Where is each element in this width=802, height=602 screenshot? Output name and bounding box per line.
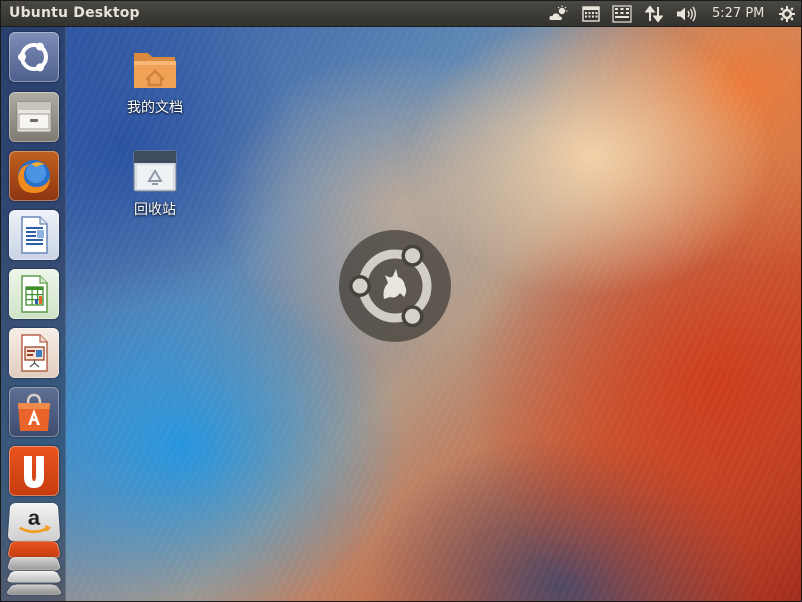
amazon-icon: a xyxy=(8,507,61,541)
libreoffice-impress-icon xyxy=(21,334,48,372)
firefox-button[interactable] xyxy=(9,151,59,201)
launcher: a xyxy=(1,26,66,601)
ubuntu-one-button[interactable] xyxy=(9,446,59,496)
file-manager-icon xyxy=(16,101,52,133)
desktop-screen: Ubuntu Desktop 5:27 PM a 我的文档 回收站 xyxy=(0,0,802,602)
calendar-indicator-icon[interactable] xyxy=(580,4,602,23)
desktop-icon-label: 回收站 xyxy=(134,202,176,218)
trash-icon xyxy=(133,150,177,192)
desktop-icon-trash[interactable]: 回收站 xyxy=(110,149,200,221)
network-indicator-icon[interactable] xyxy=(643,4,665,23)
keyboard-indicator-icon[interactable] xyxy=(611,4,633,23)
dash-home-icon xyxy=(18,42,48,72)
file-manager-button[interactable] xyxy=(9,92,59,142)
ubuntu-logo-icon xyxy=(339,230,451,342)
impress-button[interactable] xyxy=(9,328,59,378)
desktop-icon-documents[interactable]: 我的文档 xyxy=(110,47,200,122)
folder-icon xyxy=(134,53,176,88)
stacked-tile[interactable] xyxy=(4,584,64,595)
dash-home-button[interactable] xyxy=(9,32,59,82)
writer-button[interactable] xyxy=(9,210,59,260)
clock[interactable]: 5:27 PM xyxy=(712,6,764,21)
desktop-icon-label: 我的文档 xyxy=(127,100,183,116)
stacked-tile[interactable] xyxy=(5,570,63,583)
svg-text:a: a xyxy=(28,507,41,530)
software-center-button[interactable] xyxy=(9,387,59,437)
firefox-icon xyxy=(18,160,50,193)
volume-indicator-icon[interactable] xyxy=(674,4,698,23)
top-panel: Ubuntu Desktop 5:27 PM xyxy=(1,1,801,27)
libreoffice-writer-icon xyxy=(21,216,48,254)
libreoffice-calc-icon xyxy=(21,275,48,313)
session-gear-icon[interactable] xyxy=(776,4,798,23)
stacked-ubuntu-one-tile[interactable] xyxy=(6,541,62,559)
ubuntu-one-icon xyxy=(24,456,44,488)
amazon-button[interactable]: a xyxy=(7,502,61,542)
stacked-tile[interactable] xyxy=(6,556,62,571)
calc-button[interactable] xyxy=(9,269,59,319)
software-center-icon xyxy=(18,393,50,431)
window-title: Ubuntu Desktop xyxy=(9,5,140,21)
weather-indicator-icon[interactable] xyxy=(547,4,571,23)
